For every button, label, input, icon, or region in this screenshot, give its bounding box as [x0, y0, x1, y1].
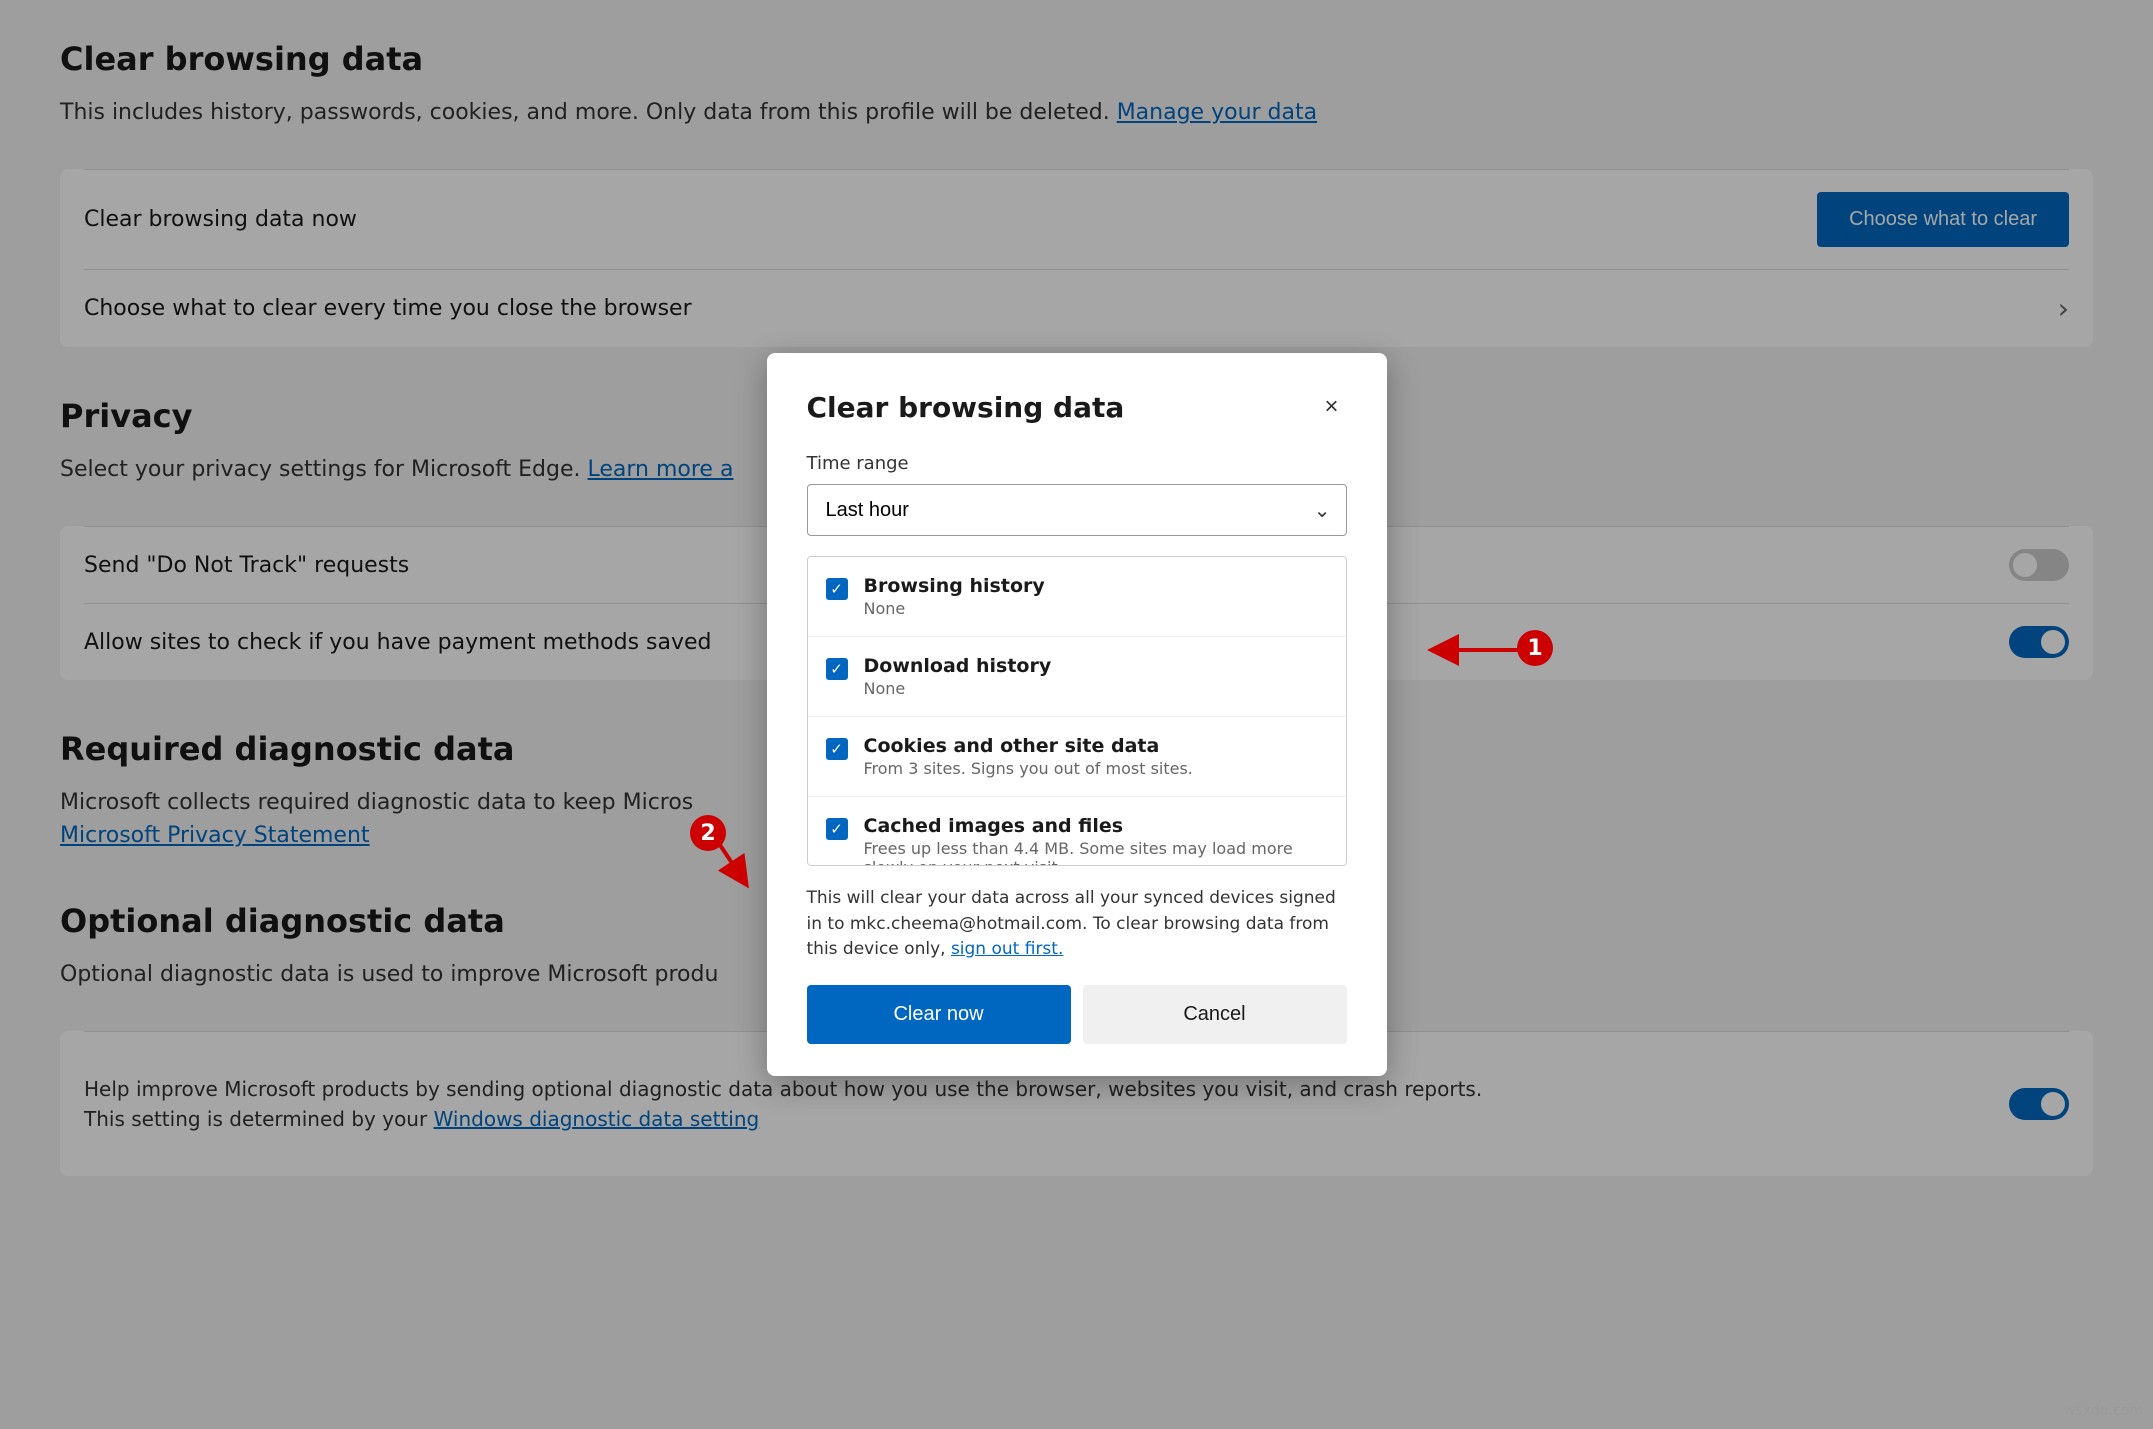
checkbox-item-3[interactable]: ✓ Cached images and files Frees up less … — [808, 797, 1346, 866]
time-range-select[interactable]: Last hour Last 24 hours Last 7 days Last… — [807, 484, 1347, 536]
checkbox-desc-1: None — [864, 679, 1328, 698]
checkmark-icon: ✓ — [830, 820, 843, 838]
checkbox-label-1: Download history — [864, 655, 1328, 677]
checkbox-0[interactable]: ✓ — [826, 578, 848, 600]
watermark: wsxdn.com — [2064, 1403, 2143, 1419]
checkbox-3[interactable]: ✓ — [826, 818, 848, 840]
clear-now-button[interactable]: Clear now — [807, 985, 1071, 1044]
checkbox-desc-3: Frees up less than 4.4 MB. Some sites ma… — [864, 839, 1328, 866]
modal-header: Clear browsing data × — [807, 389, 1347, 425]
checkbox-1[interactable]: ✓ — [826, 658, 848, 680]
settings-page: Clear browsing data This includes histor… — [0, 0, 2153, 1429]
checkbox-item-1[interactable]: ✓ Download history None — [808, 637, 1346, 717]
time-range-wrapper: Last hour Last 24 hours Last 7 days Last… — [807, 484, 1347, 536]
sync-notice: This will clear your data across all you… — [807, 886, 1347, 963]
annotation-arrow-2: 2 — [680, 820, 770, 894]
checkbox-label-0: Browsing history — [864, 575, 1328, 597]
checkmark-icon: ✓ — [830, 660, 843, 678]
time-range-label: Time range — [807, 453, 1347, 474]
annotation-arrow-1: 1 — [1423, 620, 1543, 684]
sign-out-link[interactable]: sign out first. — [951, 939, 1063, 959]
checkbox-desc-2: From 3 sites. Signs you out of most site… — [864, 759, 1328, 778]
checkmark-icon: ✓ — [830, 580, 843, 598]
checkbox-label-3: Cached images and files — [864, 815, 1328, 837]
checkbox-desc-0: None — [864, 599, 1328, 618]
checkbox-list: ✓ Browsing history None ✓ Download histo… — [807, 556, 1347, 866]
checkbox-label-2: Cookies and other site data — [864, 735, 1328, 757]
checkbox-item-2[interactable]: ✓ Cookies and other site data From 3 sit… — [808, 717, 1346, 797]
checkmark-icon: ✓ — [830, 740, 843, 758]
annotation-number-1: 1 — [1517, 630, 1553, 666]
modal-title: Clear browsing data — [807, 391, 1125, 424]
modal-actions: Clear now Cancel — [807, 985, 1347, 1044]
modal-close-button[interactable]: × — [1316, 389, 1346, 425]
clear-browsing-data-modal: Clear browsing data × Time range Last ho… — [767, 353, 1387, 1076]
checkbox-2[interactable]: ✓ — [826, 738, 848, 760]
cancel-button[interactable]: Cancel — [1083, 985, 1347, 1044]
checkbox-item-0[interactable]: ✓ Browsing history None — [808, 557, 1346, 637]
annotation-number-2: 2 — [690, 815, 726, 851]
modal-overlay: Clear browsing data × Time range Last ho… — [0, 0, 2153, 1429]
